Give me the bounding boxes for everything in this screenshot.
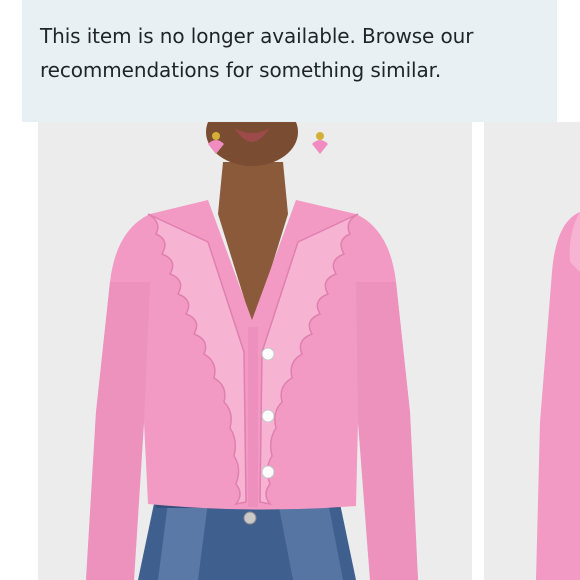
product-page: This item is no longer available. Browse… <box>0 0 580 580</box>
cardigan-model-illustration <box>38 122 472 580</box>
unavailable-notice-message: This item is no longer available. Browse… <box>40 24 474 82</box>
cardigan-partial-illustration <box>484 122 580 580</box>
product-image-gallery[interactable] <box>0 122 580 580</box>
product-photo-next[interactable] <box>484 122 580 580</box>
product-photo-main[interactable] <box>38 122 472 580</box>
unavailable-notice-banner: This item is no longer available. Browse… <box>22 0 557 122</box>
